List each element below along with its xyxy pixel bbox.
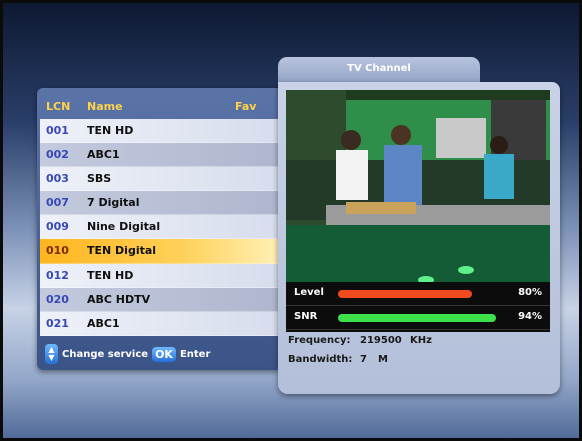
- channel-row[interactable]: 020 ABC HDTV: [40, 287, 280, 312]
- channel-name: ABC HDTV: [87, 292, 151, 306]
- channel-list-panel: LCN Name Fav 001 TEN HD 002 ABC1 003 SBS 00…: [37, 88, 282, 370]
- channel-name: ABC1: [87, 316, 120, 330]
- channel-lcn: 003: [46, 172, 69, 186]
- channel-name: TEN HD: [87, 268, 134, 282]
- channel-row-selected[interactable]: 010 TEN Digital: [40, 239, 280, 264]
- channel-name: TEN Digital: [87, 244, 157, 258]
- channel-lcn: 007: [46, 196, 69, 210]
- channel-name: 7 Digital: [87, 196, 140, 210]
- signal-bars: Level 80% SNR 94%: [286, 282, 550, 332]
- channel-row[interactable]: 001 TEN HD: [40, 119, 280, 144]
- channel-row[interactable]: 012 TEN HD: [40, 263, 280, 288]
- channel-rows: 001 TEN HD 002 ABC1 003 SBS 007 7 Digital 00…: [40, 119, 280, 336]
- snr-label: SNR: [294, 311, 318, 322]
- level-value: 80%: [518, 287, 542, 298]
- bandwidth-unit: M: [378, 354, 388, 365]
- tv-channel-title: TV Channel: [347, 63, 411, 74]
- level-bar-fill: [338, 290, 473, 298]
- channel-row[interactable]: 009 Nine Digital: [40, 215, 280, 240]
- enter-hint: Enter: [179, 348, 211, 360]
- up-down-key-icon: ▲ ▼: [45, 344, 58, 364]
- level-label: Level: [294, 287, 324, 298]
- video-preview: [286, 90, 550, 290]
- bandwidth-label: Bandwidth:: [288, 354, 353, 365]
- frequency-value: 219500: [360, 335, 402, 346]
- lcn-column-header: LCN: [46, 100, 71, 113]
- change-service-hint: Change service: [62, 348, 149, 360]
- name-column-header: Name: [87, 100, 123, 113]
- ok-key-icon: OK: [152, 346, 176, 362]
- bandwidth-value: 7: [360, 354, 367, 365]
- snr-value: 94%: [518, 311, 542, 322]
- frequency-unit: KHz: [410, 335, 432, 346]
- channel-name: TEN HD: [87, 124, 134, 137]
- channel-lcn: 001: [46, 124, 69, 137]
- frequency-info: Frequency: 219500 KHz: [288, 335, 432, 346]
- channel-row[interactable]: 021 ABC1: [40, 311, 280, 336]
- frequency-label: Frequency:: [288, 335, 351, 346]
- channel-lcn: 009: [46, 220, 69, 234]
- snr-row: SNR 94%: [286, 306, 550, 330]
- channel-lcn: 002: [46, 148, 69, 162]
- cooking-show-picture: [286, 90, 550, 290]
- channel-name: SBS: [87, 172, 112, 186]
- snr-bar-fill: [338, 314, 496, 322]
- channel-row[interactable]: 007 7 Digital: [40, 191, 280, 216]
- channel-lcn: 012: [46, 268, 69, 282]
- channel-name: ABC1: [87, 148, 120, 162]
- channel-lcn: 021: [46, 316, 69, 330]
- level-row: Level 80%: [286, 282, 550, 306]
- channel-lcn: 010: [46, 244, 69, 258]
- snr-bar: [338, 314, 506, 322]
- channel-row[interactable]: 003 SBS: [40, 167, 280, 192]
- key-hint-bar: ▲ ▼ Change service OK Enter: [45, 343, 210, 365]
- channel-row[interactable]: 002 ABC1: [40, 143, 280, 168]
- channel-list-header: LCN Name Fav: [37, 96, 282, 118]
- fav-column-header: Fav: [235, 100, 257, 113]
- level-bar: [338, 290, 506, 298]
- tv-channel-panel: Level 80% SNR 94% Frequency: 219500 KHz …: [278, 82, 560, 394]
- channel-lcn: 020: [46, 292, 69, 306]
- bandwidth-info: Bandwidth: 7 M: [288, 354, 388, 365]
- channel-name: Nine Digital: [87, 220, 161, 234]
